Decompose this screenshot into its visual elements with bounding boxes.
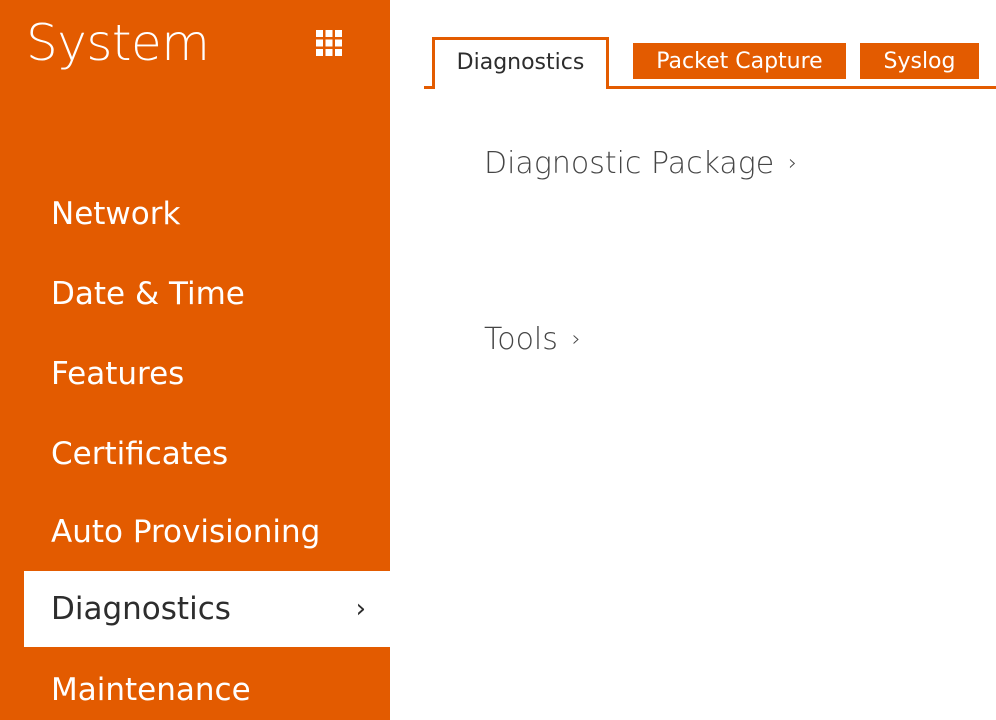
section-label: Tools bbox=[484, 322, 558, 357]
sidebar-item-certificates[interactable]: Certificates bbox=[24, 425, 390, 483]
sidebar-item-maintenance[interactable]: Maintenance bbox=[24, 661, 390, 719]
sidebar-item-label: Certificates bbox=[51, 436, 229, 472]
sidebar-item-diagnostics[interactable]: Diagnostics › bbox=[24, 571, 390, 647]
sidebar-title: System bbox=[26, 14, 210, 72]
tab-label: Packet Capture bbox=[656, 48, 823, 74]
tab-bar: Diagnostics Packet Capture Syslog bbox=[424, 37, 996, 89]
grid-icon[interactable] bbox=[316, 30, 342, 56]
chevron-right-icon: › bbox=[571, 327, 581, 352]
sidebar-item-auto-provisioning[interactable]: Auto Provisioning bbox=[24, 503, 390, 561]
tab-label: Syslog bbox=[883, 48, 956, 74]
sidebar-item-label: Diagnostics bbox=[51, 591, 231, 627]
sidebar-item-label: Date & Time bbox=[51, 276, 245, 312]
tab-packet-capture[interactable]: Packet Capture bbox=[633, 43, 846, 79]
tab-syslog[interactable]: Syslog bbox=[860, 43, 979, 79]
sidebar-item-label: Network bbox=[51, 196, 181, 232]
sidebar-item-label: Features bbox=[51, 356, 185, 392]
tab-diagnostics[interactable]: Diagnostics bbox=[432, 37, 609, 89]
sidebar-item-features[interactable]: Features bbox=[24, 345, 390, 403]
chevron-right-icon: › bbox=[788, 151, 798, 176]
section-label: Diagnostic Package bbox=[484, 146, 775, 181]
diagnostic-package-link[interactable]: Diagnostic Package › bbox=[484, 146, 797, 181]
sidebar: System Network Date & Time Features Cert… bbox=[0, 0, 390, 720]
sidebar-item-date-time[interactable]: Date & Time bbox=[24, 265, 390, 323]
sidebar-item-label: Auto Provisioning bbox=[51, 514, 321, 550]
tab-label: Diagnostics bbox=[456, 50, 585, 75]
sidebar-item-network[interactable]: Network bbox=[24, 185, 390, 243]
sidebar-item-label: Maintenance bbox=[51, 672, 251, 708]
chevron-right-icon: › bbox=[355, 594, 366, 624]
tools-link[interactable]: Tools › bbox=[484, 322, 581, 357]
